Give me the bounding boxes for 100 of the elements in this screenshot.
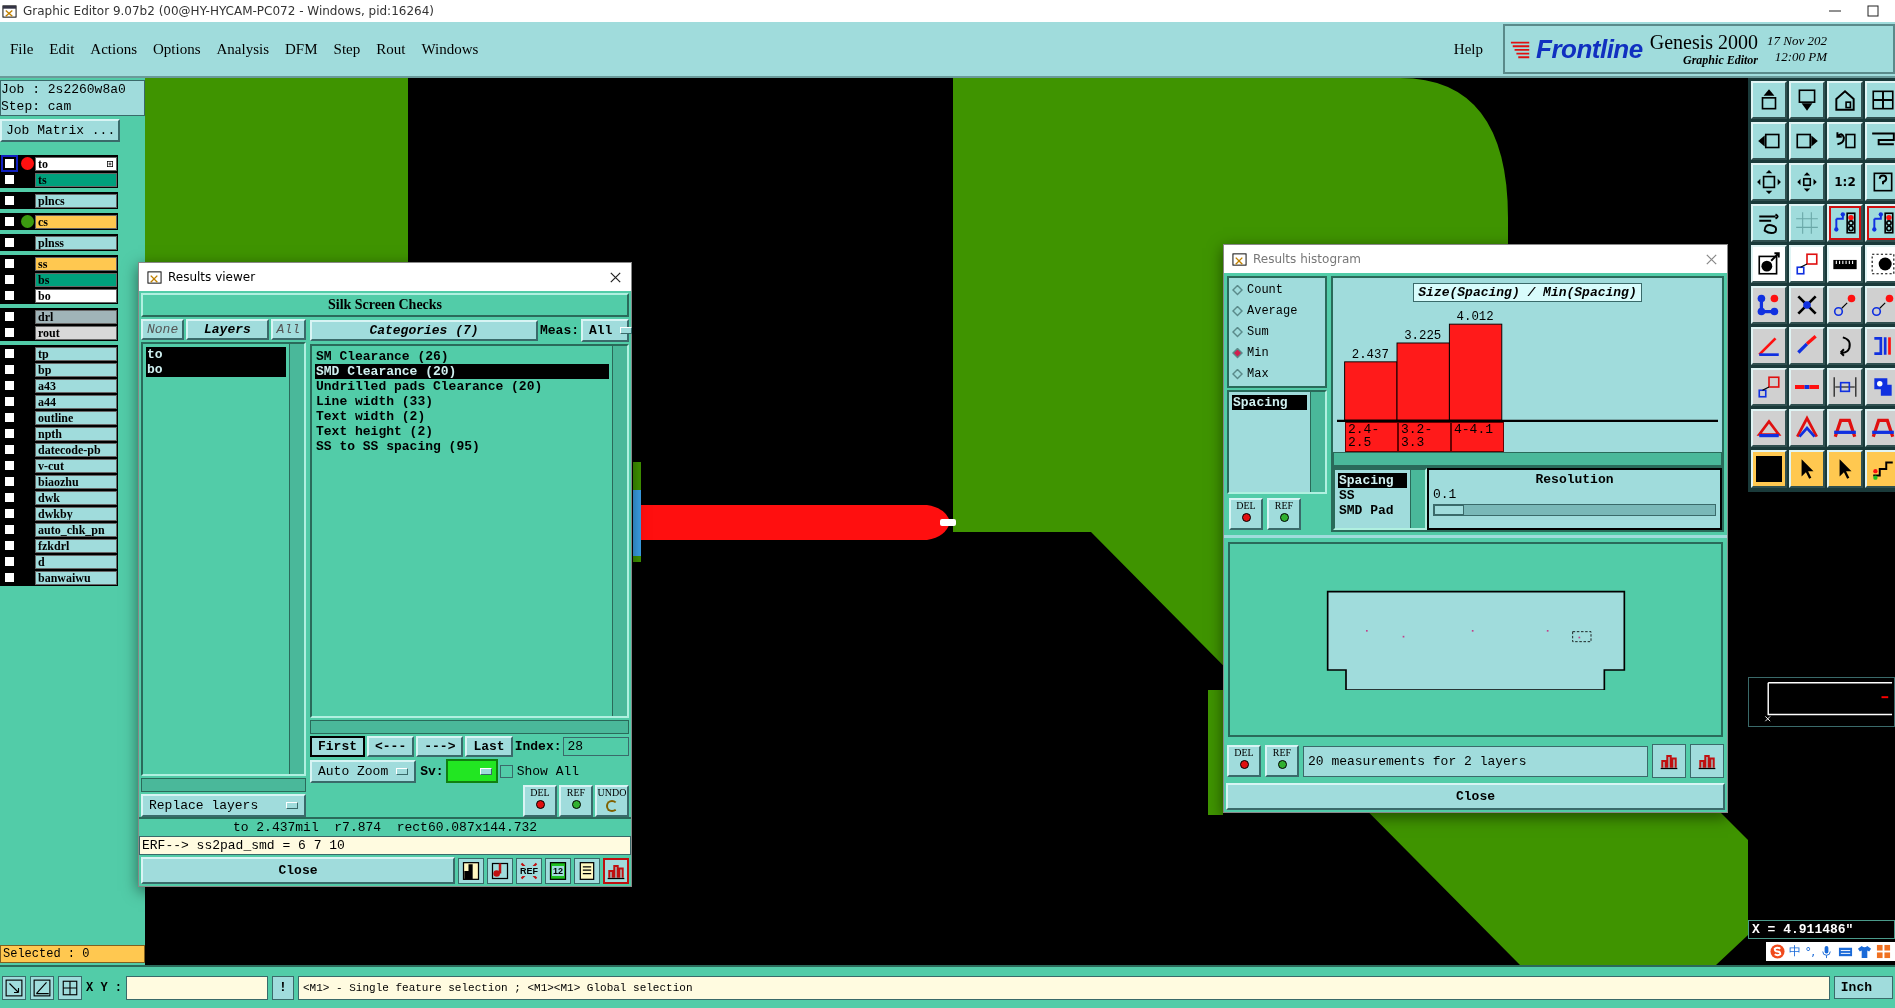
nav-button[interactable]: ---> bbox=[416, 736, 464, 757]
menu-item[interactable]: Rout bbox=[368, 40, 414, 58]
resolution-slider[interactable] bbox=[1433, 504, 1716, 516]
layer-name[interactable]: dwkby bbox=[35, 506, 117, 521]
layer-checkbox[interactable] bbox=[3, 310, 16, 323]
select-button[interactable]: All bbox=[270, 319, 306, 340]
nav-button[interactable]: First bbox=[310, 736, 365, 757]
layer-name[interactable]: rout bbox=[35, 325, 117, 340]
export-button[interactable] bbox=[1652, 744, 1686, 778]
column-header[interactable]: Layers bbox=[186, 319, 269, 340]
mode-radio[interactable]: Max bbox=[1232, 366, 1269, 382]
list-item[interactable]: Line width (33) bbox=[315, 394, 609, 409]
layer-checkbox[interactable] bbox=[3, 571, 16, 584]
layer-name[interactable]: ss bbox=[35, 256, 117, 271]
layer-checkbox[interactable] bbox=[3, 194, 16, 207]
layer-name[interactable]: plnss bbox=[35, 235, 117, 250]
menu-item[interactable]: Windows bbox=[413, 40, 487, 58]
input-method-logo-icon[interactable] bbox=[1770, 944, 1786, 959]
layer-checkbox[interactable] bbox=[3, 491, 16, 504]
layer-name[interactable]: ts bbox=[35, 172, 117, 187]
layer-name[interactable]: datecode-pb bbox=[35, 442, 117, 457]
layer-checkbox[interactable] bbox=[3, 523, 16, 536]
layer-checkbox[interactable] bbox=[3, 475, 16, 488]
vertical-scrollbar[interactable] bbox=[612, 346, 627, 716]
layer-checkbox[interactable] bbox=[3, 273, 16, 286]
bar[interactable] bbox=[1344, 361, 1398, 421]
list-item[interactable]: SMD Clearance (20) bbox=[315, 364, 609, 379]
list-item[interactable]: Undrilled pads Clearance (20) bbox=[315, 379, 609, 394]
xy-input-field[interactable] bbox=[126, 975, 268, 1000]
tool-button[interactable] bbox=[458, 857, 484, 884]
list-item[interactable]: SS bbox=[1338, 488, 1407, 503]
layer-name[interactable]: auto_chk_pn bbox=[35, 522, 117, 537]
layer-checkbox[interactable] bbox=[3, 507, 16, 520]
list-item[interactable]: SM Clearance (26) bbox=[315, 349, 609, 364]
close-button[interactable]: Close bbox=[1226, 783, 1725, 810]
layer-checkbox[interactable] bbox=[3, 459, 16, 472]
horizontal-scrollbar[interactable] bbox=[310, 720, 629, 734]
mode-radio[interactable]: Sum bbox=[1232, 324, 1269, 340]
layer-name[interactable]: dwk bbox=[35, 490, 117, 505]
tool-button[interactable]: REF bbox=[516, 857, 542, 884]
layer-name[interactable]: bp bbox=[35, 362, 117, 377]
layer-checkbox[interactable] bbox=[3, 173, 16, 186]
select-button[interactable]: None bbox=[141, 319, 185, 340]
color-dropdown[interactable] bbox=[445, 759, 498, 783]
menu-item[interactable]: Analysis bbox=[208, 40, 278, 58]
layer-checkbox[interactable] bbox=[3, 443, 16, 456]
tool-button[interactable] bbox=[487, 857, 513, 884]
layer-checkbox[interactable] bbox=[3, 379, 16, 392]
layer-name[interactable]: plncs bbox=[35, 193, 117, 208]
job-matrix-button[interactable]: Job Matrix ... bbox=[0, 119, 120, 142]
column-header[interactable]: Categories (7) bbox=[310, 320, 538, 341]
menu-item[interactable]: Edit bbox=[41, 40, 83, 58]
reference-button[interactable]: REF bbox=[1265, 745, 1299, 777]
layer-checkbox[interactable] bbox=[3, 289, 16, 302]
horizontal-scrollbar[interactable] bbox=[141, 778, 306, 792]
layer-name[interactable]: bs bbox=[35, 272, 117, 287]
layer-name[interactable]: v-cut bbox=[35, 458, 117, 473]
import-button[interactable] bbox=[1690, 744, 1724, 778]
show-all-checkbox[interactable]: Show All bbox=[499, 763, 580, 779]
hint-button[interactable]: ! bbox=[272, 975, 294, 1000]
expand-icon[interactable] bbox=[107, 160, 113, 167]
layer-checkbox[interactable] bbox=[3, 555, 16, 568]
layer-checkbox[interactable] bbox=[3, 395, 16, 408]
layer-checkbox[interactable] bbox=[3, 215, 16, 228]
apps-icon[interactable] bbox=[1876, 944, 1891, 959]
layer-checkbox[interactable] bbox=[3, 539, 16, 552]
overview-map[interactable] bbox=[1748, 677, 1895, 727]
layer-name[interactable]: d bbox=[35, 554, 117, 569]
measure-tool-button[interactable] bbox=[30, 975, 54, 1000]
delete-button[interactable]: DEL bbox=[1229, 498, 1263, 530]
undo-button[interactable]: UNDO bbox=[595, 785, 629, 817]
layer-name[interactable]: biaozhu bbox=[35, 474, 117, 489]
tool-button[interactable]: 1:2 bbox=[1827, 163, 1863, 201]
layer-name[interactable]: to bbox=[35, 156, 117, 171]
index-field[interactable]: 28 bbox=[563, 737, 629, 756]
language-indicator[interactable]: 中 bbox=[1789, 943, 1802, 960]
list-item[interactable]: bo bbox=[146, 362, 286, 377]
units-dropdown[interactable]: Inch bbox=[1833, 976, 1893, 999]
reference-button[interactable]: REF bbox=[1267, 498, 1301, 530]
vertical-scrollbar[interactable] bbox=[289, 344, 304, 774]
list-item[interactable]: Spacing bbox=[1232, 395, 1307, 410]
microphone-icon[interactable] bbox=[1819, 944, 1834, 959]
bar[interactable] bbox=[1396, 342, 1450, 421]
layer-name[interactable]: a44 bbox=[35, 394, 117, 409]
list-item[interactable]: Text height (2) bbox=[315, 424, 609, 439]
list-item[interactable]: SMD Pad bbox=[1338, 503, 1407, 518]
delete-button[interactable]: DEL bbox=[1227, 745, 1261, 777]
layer-name[interactable]: npth bbox=[35, 426, 117, 441]
delete-button[interactable]: DEL bbox=[523, 785, 557, 817]
layer-checkbox[interactable] bbox=[3, 363, 16, 376]
layer-name[interactable]: outline bbox=[35, 410, 117, 425]
list-item[interactable]: Text width (2) bbox=[315, 409, 609, 424]
layer-name[interactable]: bo bbox=[35, 288, 117, 303]
punctuation-indicator[interactable]: °, bbox=[1805, 944, 1815, 959]
layer-name[interactable]: a43 bbox=[35, 378, 117, 393]
layer-name[interactable]: fzkdrl bbox=[35, 538, 117, 553]
menu-item[interactable]: File bbox=[2, 40, 42, 58]
select-tool-button[interactable] bbox=[2, 975, 26, 1000]
mode-radio[interactable]: Min bbox=[1232, 345, 1269, 361]
mode-radio[interactable]: Count bbox=[1232, 282, 1283, 298]
